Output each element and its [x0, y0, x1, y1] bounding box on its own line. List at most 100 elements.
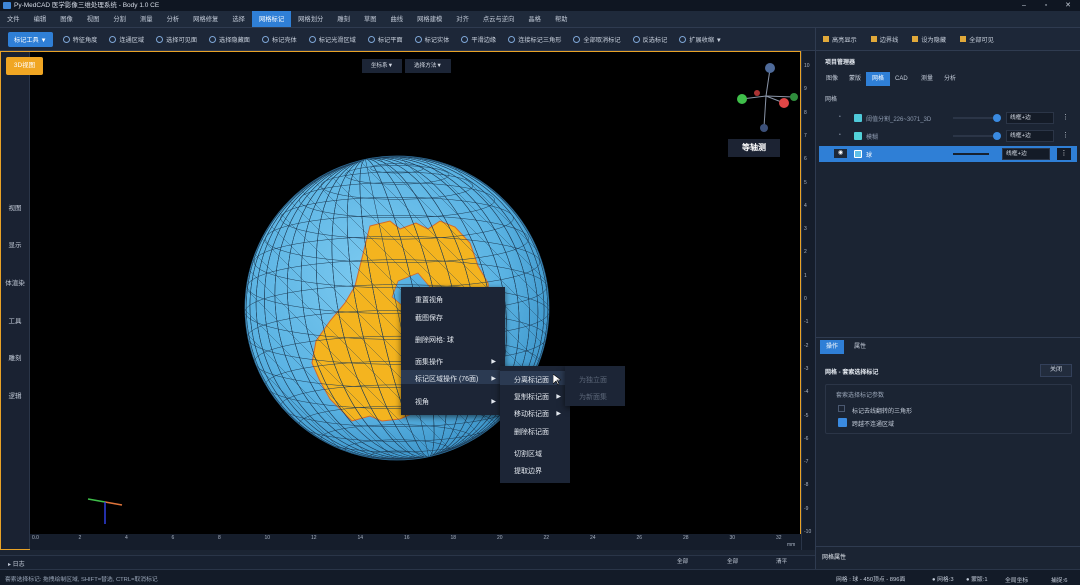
menu-item[interactable]: 图像 — [53, 11, 80, 27]
menu-item[interactable]: 视图 — [80, 11, 107, 27]
menu-faceset-ops[interactable]: 面集操作 — [415, 357, 443, 367]
menu-save-screenshot[interactable]: 截图保存 — [415, 313, 443, 323]
axis-gizmo[interactable] — [737, 63, 798, 132]
axis-neg-y-icon[interactable] — [790, 93, 798, 101]
toolbar-button[interactable]: 平滑边缘 — [455, 28, 502, 51]
menu-item[interactable]: 雕刻 — [330, 11, 357, 27]
menu-as-new-faceset[interactable]: 为新面集 — [579, 392, 607, 402]
project-tab[interactable]: 图像 — [820, 72, 844, 86]
opacity-slider[interactable] — [953, 153, 989, 155]
left-panel-tab[interactable]: 逻辑 — [0, 390, 30, 400]
snap-setting[interactable]: 捕捉:6 — [1051, 575, 1067, 584]
opacity-slider[interactable] — [953, 132, 1001, 140]
menu-as-independent[interactable]: 为独立面 — [579, 375, 607, 385]
menu-copy-marked[interactable]: 复制标记面 — [514, 392, 549, 402]
toolbar-button[interactable]: 标记平面 — [362, 28, 409, 51]
log-filter-all[interactable]: 全部 — [677, 557, 688, 565]
project-tab[interactable]: 分析 — [938, 72, 962, 86]
3d-view-button[interactable]: 3D视图 — [6, 57, 43, 75]
menu-item[interactable]: 网格划分 — [291, 11, 330, 27]
menu-cut-region[interactable]: 切割区域 — [514, 449, 542, 459]
toolbar-button[interactable]: 标记实体 — [409, 28, 456, 51]
left-panel-tab[interactable]: 视图 — [0, 202, 30, 212]
log-toggle[interactable]: ▸ 日志 — [8, 559, 25, 568]
menu-delete-mesh[interactable]: 删除网格: 球 — [415, 335, 454, 345]
mesh-color-swatch[interactable] — [854, 132, 862, 140]
coord-system-button[interactable]: 坐标系▼ — [362, 59, 402, 73]
project-tab[interactable]: CAD — [889, 72, 914, 86]
menu-item[interactable]: 网格建模 — [410, 11, 449, 27]
left-panel-tab[interactable]: 显示 — [0, 239, 30, 249]
mesh-color-swatch[interactable] — [854, 150, 862, 158]
menu-mark-region-ops[interactable]: 标记区域操作 (76面) — [415, 374, 478, 384]
checkbox-unchecked[interactable] — [838, 405, 845, 412]
global-coord-toggle[interactable]: 全局坐标 — [1005, 575, 1028, 584]
toolbar-button[interactable]: 特征角度 — [57, 28, 104, 51]
menu-item[interactable]: 网格标记 — [251, 11, 292, 27]
render-mode-select[interactable]: 线框+边 — [1006, 112, 1054, 124]
left-panel-tab[interactable]: 体渲染 — [0, 277, 30, 287]
mesh-color-swatch[interactable] — [854, 114, 862, 122]
menu-item[interactable]: 测量 — [133, 11, 160, 27]
log-clear-button[interactable]: 清平 — [776, 557, 787, 565]
axis-z-icon[interactable] — [765, 63, 775, 73]
toolbar-button[interactable]: 选择可见面 — [150, 28, 203, 51]
maximize-icon[interactable]: ▫ — [1035, 0, 1057, 11]
project-tab[interactable]: 网格 — [866, 72, 891, 86]
toolbar-button[interactable]: 连通区域 — [103, 28, 150, 51]
menu-extract-boundary[interactable]: 提取边界 — [514, 466, 542, 476]
mesh-row[interactable]: • 阈值分割_226~3071_3D 线框+边 ⋮ — [821, 111, 1076, 126]
mark-tools-dropdown[interactable]: 标记工具 ▼ — [8, 31, 53, 47]
toolbar-button[interactable]: 反选标记 — [627, 28, 674, 51]
menu-view-angle[interactable]: 视角 — [415, 397, 429, 407]
right-toolbar-button[interactable]: 全部可见 — [953, 35, 1001, 44]
toolbar-button[interactable]: 标记光滑区域 — [303, 28, 362, 51]
more-icon[interactable]: ⋮ — [1062, 131, 1069, 139]
isometric-view-label[interactable]: 等轴测 — [728, 139, 780, 157]
more-icon[interactable]: ⋮ — [1062, 113, 1069, 121]
menu-item[interactable]: 网格修复 — [186, 11, 225, 27]
toolbar-button[interactable]: 全部取消标记 — [567, 28, 626, 51]
mesh-row[interactable]: • 模糊 线框+边 ⋮ — [821, 129, 1076, 144]
menu-item[interactable]: 曲线 — [384, 11, 411, 27]
toolbar-button[interactable]: 标记壳体 — [256, 28, 303, 51]
opacity-slider[interactable] — [953, 114, 1001, 122]
tab-operation[interactable]: 操作 — [820, 340, 845, 354]
toolbar-button[interactable]: 选择隐藏面 — [203, 28, 256, 51]
left-panel-tab[interactable]: 雕刻 — [0, 352, 30, 362]
menu-item[interactable]: 草图 — [357, 11, 384, 27]
toolbar-button[interactable]: 连接标记三角形 — [502, 28, 567, 51]
menu-item[interactable]: 选择 — [225, 11, 252, 27]
minimize-icon[interactable]: – — [1013, 0, 1035, 11]
close-icon[interactable]: ✕ — [1057, 0, 1079, 11]
render-mode-select[interactable]: 线框+边 — [1002, 148, 1050, 160]
mesh-row-selected[interactable]: ◉ 球 线框+边 ⋮ — [819, 146, 1077, 162]
right-toolbar-button[interactable]: 边界线 — [864, 35, 906, 44]
more-icon[interactable]: ⋮ — [1057, 148, 1071, 160]
toolbar-button[interactable]: 扩展收缩 ▼ — [673, 28, 728, 51]
menu-delete-marked[interactable]: 删除标记面 — [514, 427, 549, 437]
select-method-button[interactable]: 选择方法▼ — [405, 59, 451, 73]
menu-move-marked[interactable]: 移动标记面 — [514, 409, 549, 419]
checkbox-checked[interactable] — [838, 418, 847, 427]
menu-item[interactable]: 点云与逆向 — [476, 11, 521, 27]
menu-item[interactable]: 编辑 — [27, 11, 54, 27]
log-level-all[interactable]: 全部 — [727, 557, 738, 565]
menu-item[interactable]: 分析 — [160, 11, 187, 27]
left-panel-tab[interactable]: 工具 — [0, 315, 30, 325]
menu-item[interactable]: 晶格 — [521, 11, 548, 27]
axis-x-icon[interactable] — [779, 98, 789, 108]
eye-hidden-icon[interactable]: • — [839, 132, 841, 138]
menu-item[interactable]: 分割 — [106, 11, 133, 27]
right-toolbar-button[interactable]: 高亮显示 — [816, 35, 864, 44]
menu-reset-view[interactable]: 重置视角 — [415, 295, 443, 305]
right-toolbar-button[interactable]: 设为隐藏 — [905, 35, 953, 44]
menu-item[interactable]: 文件 — [0, 11, 27, 27]
tab-properties[interactable]: 属性 — [848, 340, 872, 354]
menu-item[interactable]: 帮助 — [548, 11, 575, 27]
close-button[interactable]: 关闭 — [1040, 364, 1072, 377]
project-tab[interactable]: 测量 — [915, 72, 939, 86]
axis-neg-x-icon[interactable] — [754, 90, 760, 96]
eye-hidden-icon[interactable]: • — [839, 114, 841, 120]
axis-y-icon[interactable] — [737, 94, 747, 104]
